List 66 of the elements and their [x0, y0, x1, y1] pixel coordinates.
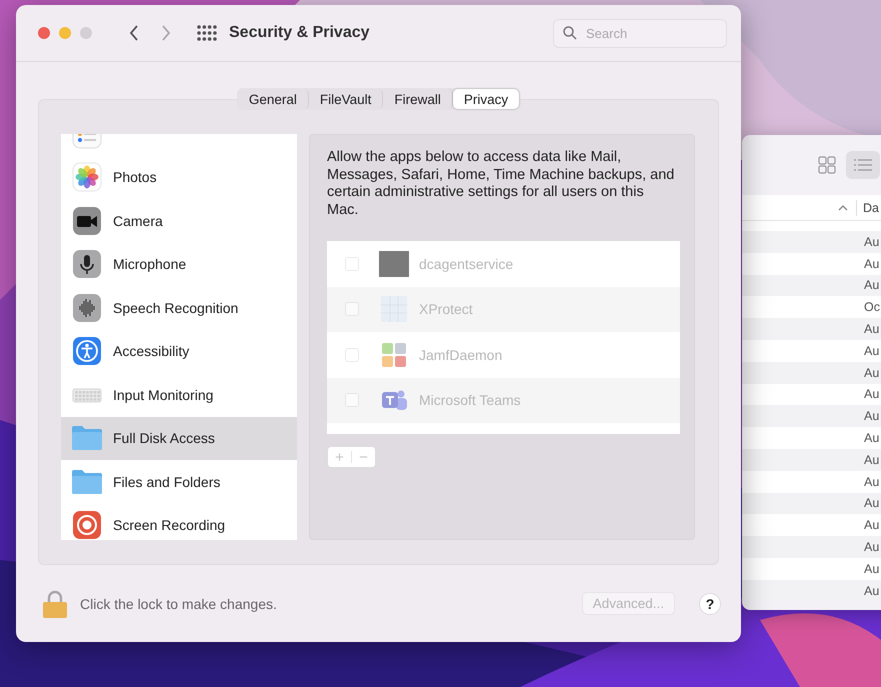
sidebar-item[interactable]: Accessibility: [61, 330, 297, 373]
sidebar-item[interactable]: Photos: [61, 156, 297, 199]
tab[interactable]: Privacy: [452, 89, 520, 109]
table-cell: Au: [864, 584, 880, 598]
sidebar-label: Screen Recording: [113, 517, 226, 534]
sidebar-item[interactable]: Speech Recognition: [61, 286, 297, 330]
sidebar-item[interactable]: Files and Folders: [61, 460, 297, 504]
window-icon: [379, 250, 409, 277]
sidebar-item[interactable]: Input Monitoring: [61, 373, 297, 416]
column-header[interactable]: Da: [863, 200, 879, 214]
accessibility-icon: [72, 336, 102, 366]
table-cell: Au: [864, 234, 880, 249]
sidebar-label: Accessibility: [113, 343, 190, 360]
lock-hint: Click the lock to make changes.: [80, 596, 277, 612]
app-name: JamfDaemon: [419, 346, 502, 363]
description-text: Allow the apps below to access data like Mail, Messages, Safari, Home, Time Machine backups, and certain administrative settings for all users on this Mac.: [327, 149, 676, 219]
sidebar-item[interactable]: Microphone: [61, 242, 297, 286]
table-cell: Au: [864, 452, 880, 467]
grid-view-icon[interactable]: [818, 156, 836, 174]
camera-icon: [72, 206, 102, 236]
microphone-icon: [72, 249, 102, 280]
sidebar-item[interactable]: Camera: [61, 199, 297, 242]
table-cell: Au: [864, 278, 880, 292]
list-view-button[interactable]: [846, 151, 880, 179]
sidebar-label: Speech Recognition: [113, 300, 238, 316]
sidebar-label: Photos: [113, 169, 157, 186]
table-cell: Au: [864, 322, 880, 336]
waveform-icon: [72, 292, 102, 323]
sidebar-item[interactable]: Full Disk Access: [61, 416, 297, 460]
table-cell: Au: [864, 431, 880, 446]
close-button[interactable]: [38, 27, 50, 39]
app-name: Microsoft Teams: [419, 392, 521, 408]
help-button[interactable]: ?: [699, 592, 721, 614]
lock-icon[interactable]: [42, 588, 68, 618]
table-cell: Au: [864, 562, 880, 576]
table-cell: Au: [864, 518, 880, 532]
folder-icon: [71, 424, 103, 452]
table-cell: Au: [864, 344, 880, 358]
table-cell: Au: [864, 496, 880, 510]
sidebar-label: Files and Folders: [113, 474, 220, 490]
grid-icon: [381, 296, 407, 322]
table-cell: Au: [864, 474, 880, 489]
zoom-button[interactable]: [80, 27, 92, 39]
app-name: XProtect: [419, 301, 473, 318]
table-cell: Au: [864, 256, 880, 271]
search-field[interactable]: Search: [553, 18, 727, 48]
grid-icon[interactable]: [197, 25, 217, 41]
table-cell: Au: [864, 366, 880, 380]
tab[interactable]: FileVault: [308, 89, 384, 109]
app-name: dcagentservice: [419, 256, 514, 272]
flower-icon: [72, 162, 102, 192]
table-cell: Au: [864, 409, 880, 424]
window-title: Security & Privacy: [229, 24, 370, 42]
folder-icon: [71, 468, 103, 496]
back-icon[interactable]: [129, 25, 139, 41]
sidebar-item[interactable]: Screen Recording: [61, 504, 297, 540]
table-cell: Oc: [864, 300, 880, 314]
sidebar-label: Camera: [113, 212, 163, 229]
sidebar-label: Input Monitoring: [113, 386, 214, 403]
sidebar-label: Microphone: [113, 256, 186, 272]
sidebar-label: Full Disk Access: [113, 430, 215, 446]
list-icon: [854, 159, 872, 171]
minimize-button[interactable]: [59, 27, 71, 39]
table-cell: Au: [864, 540, 880, 554]
forward-icon[interactable]: [161, 25, 171, 41]
table-cell: Au: [864, 387, 880, 402]
